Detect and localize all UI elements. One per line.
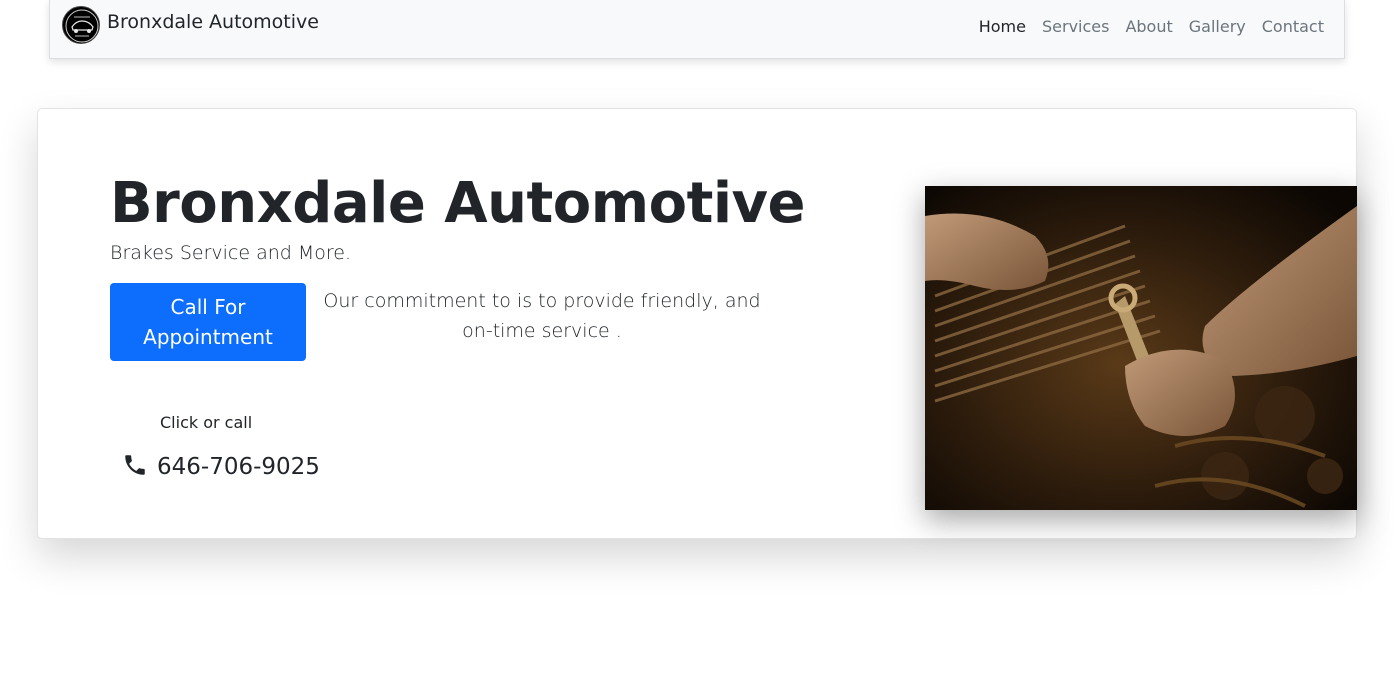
click-or-call-label: Click or call xyxy=(160,413,253,432)
logo-emblem-icon xyxy=(62,6,100,44)
commitment-text: Our commitment to is to provide friendly… xyxy=(323,290,761,342)
nav-link-contact[interactable]: Contact xyxy=(1262,17,1324,36)
hero-subtitle: Brakes Service and More. xyxy=(110,242,352,264)
nav-link-gallery[interactable]: Gallery xyxy=(1189,17,1246,36)
brand-name: Bronxdale Automotive xyxy=(107,11,319,33)
phone-number: 646-706-9025 xyxy=(157,454,320,480)
hero-card: Bronxdale Automotive Brakes Service and … xyxy=(37,108,1357,539)
nav-links: Home Services About Gallery Contact xyxy=(963,17,1324,36)
nav-link-services[interactable]: Services xyxy=(1042,17,1109,36)
nav-link-about[interactable]: About xyxy=(1125,17,1172,36)
phone-icon xyxy=(122,452,148,482)
mechanic-engine-photo xyxy=(925,186,1357,510)
phone-link[interactable]: 646-706-9025 xyxy=(122,452,320,482)
hero-title: Bronxdale Automotive xyxy=(110,171,806,236)
navbar-brand[interactable]: Bronxdale Automotive xyxy=(62,6,319,44)
call-for-appointment-button[interactable]: Call For Appointment xyxy=(110,283,306,361)
navbar: Bronxdale Automotive Home Services About… xyxy=(49,0,1345,59)
nav-link-home[interactable]: Home xyxy=(979,17,1026,36)
